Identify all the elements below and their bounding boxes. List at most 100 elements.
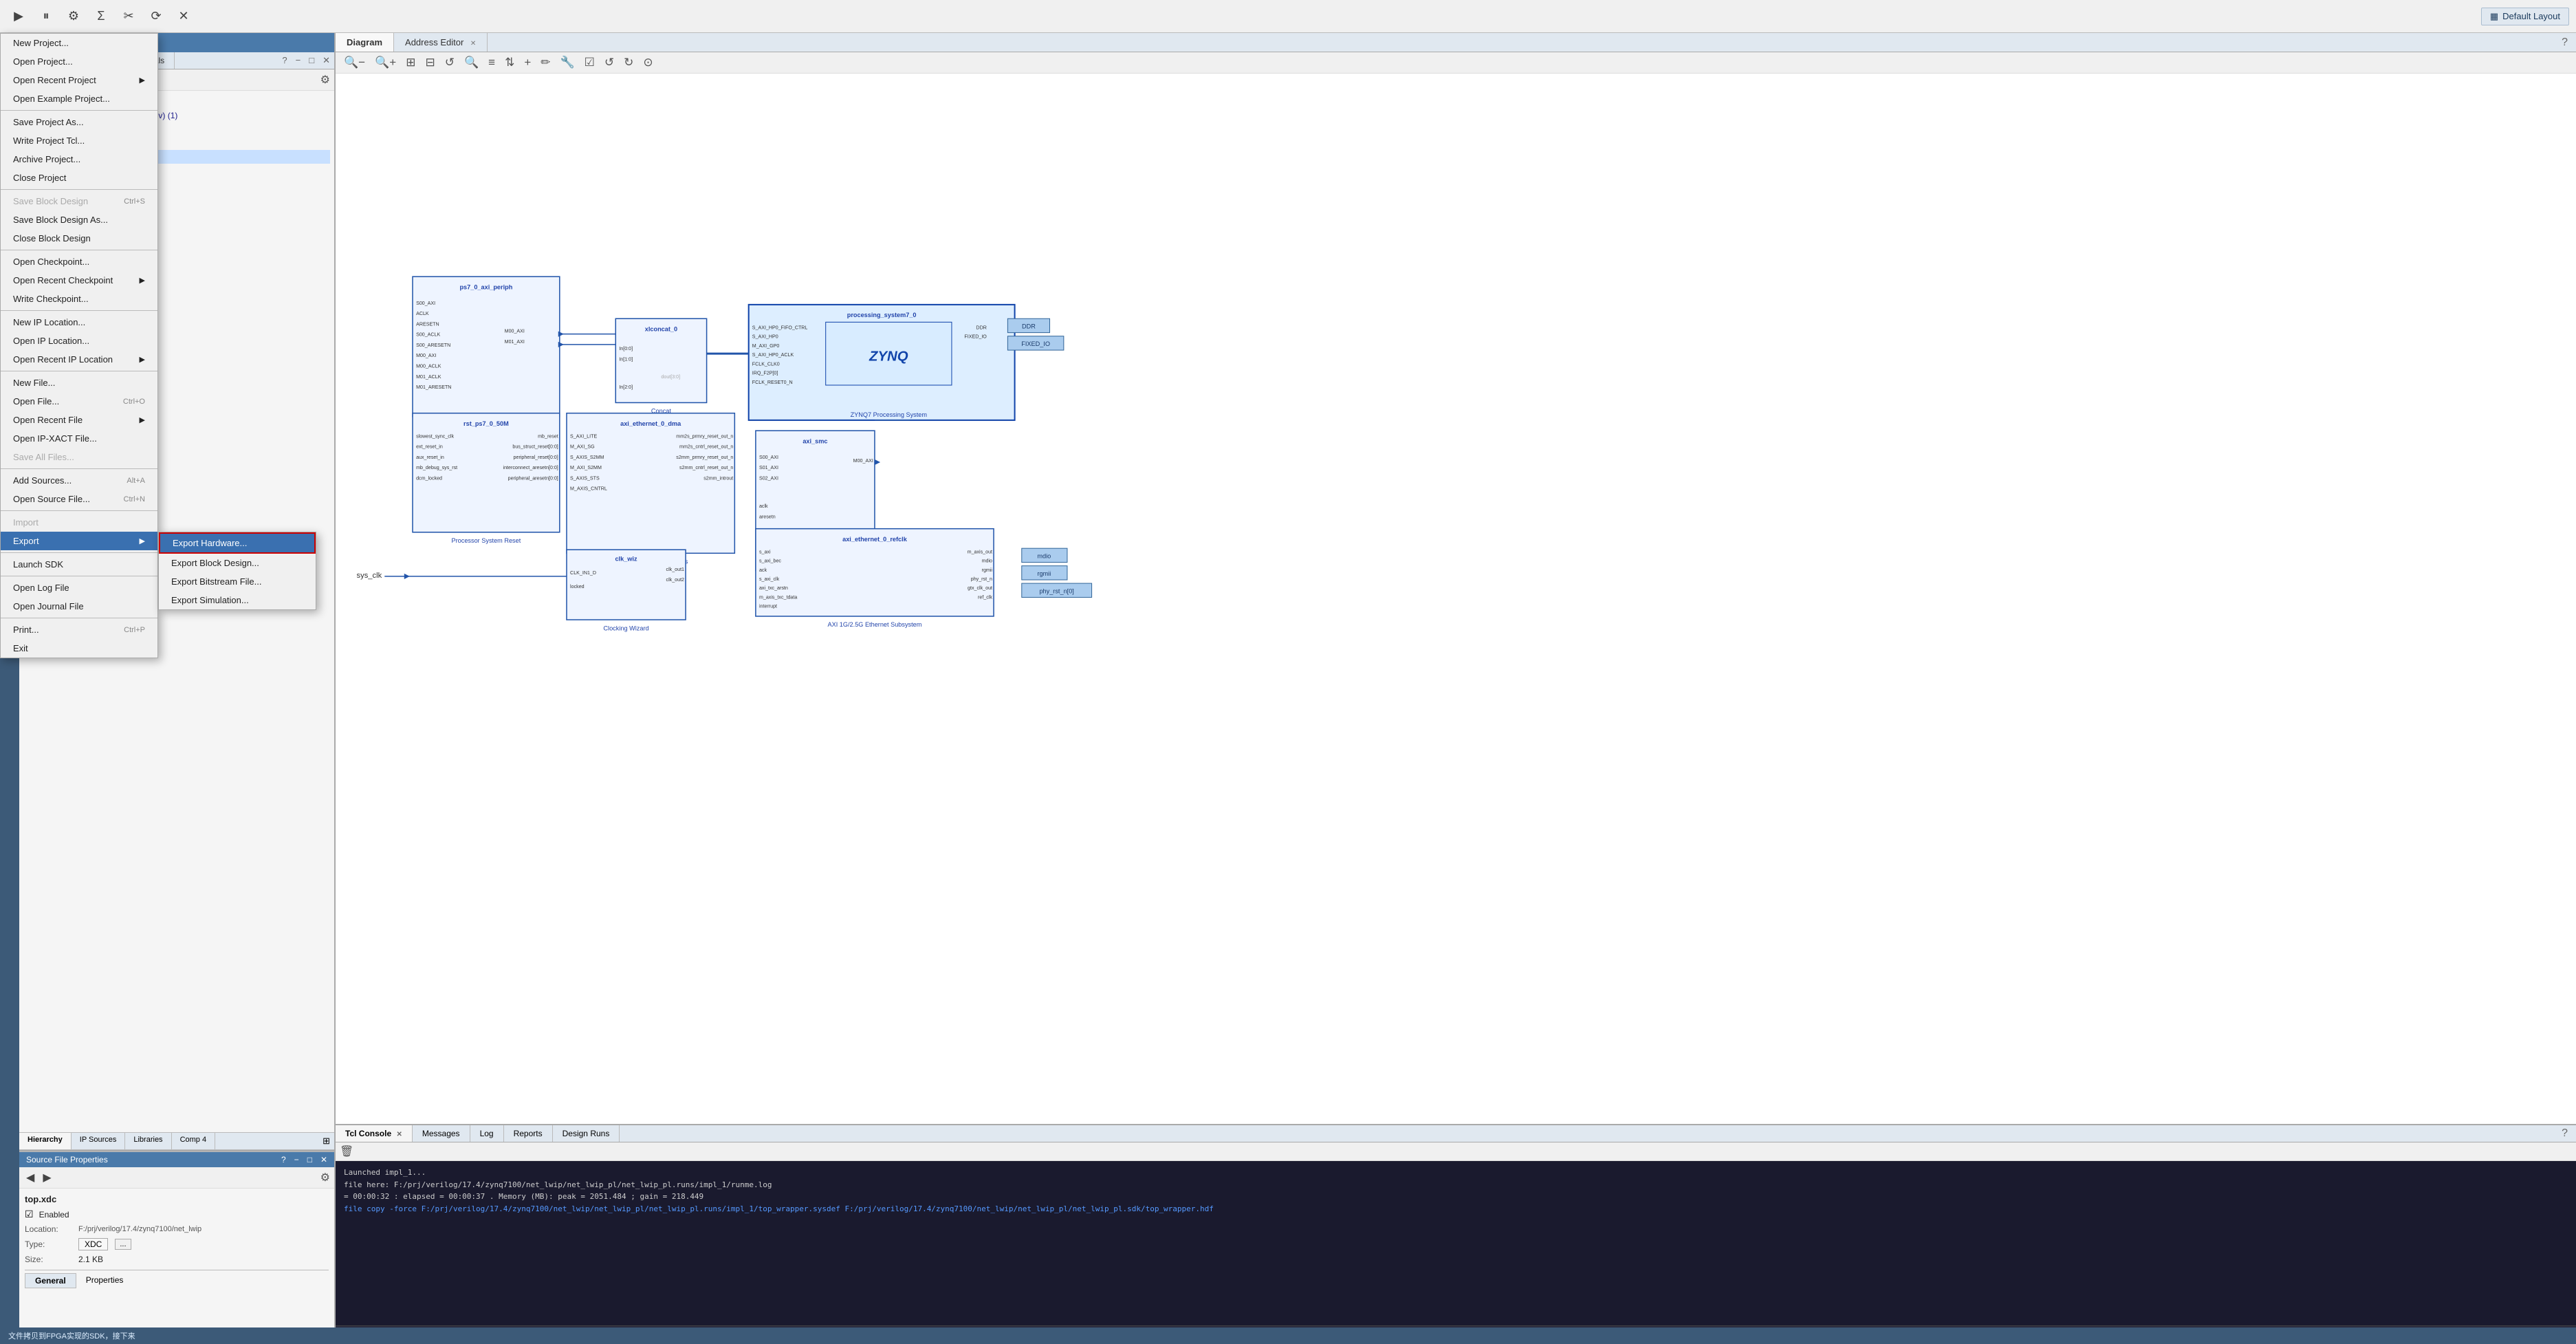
address-editor-close-icon[interactable]: ✕ [470, 40, 476, 47]
menu-exit[interactable]: Exit [1, 639, 157, 658]
tab-design-runs[interactable]: Design Runs [553, 1125, 620, 1142]
menu-save-block-design: Save Block Design Ctrl+S [1, 192, 157, 210]
sources-help-icon[interactable]: ? [278, 52, 291, 69]
bottom-help-icon[interactable]: ? [2553, 1127, 2576, 1140]
diag-validate-btn[interactable]: ☑ [582, 54, 598, 71]
dma-mm2s-prmry: mm2s_prmry_reset_out_n [676, 433, 733, 439]
submenu-export-block-design[interactable]: Export Block Design... [159, 554, 316, 572]
src-props-close[interactable]: ✕ [320, 1155, 327, 1164]
dma-s2mm-prmry: s2mm_prmry_reset_out_n [676, 455, 733, 460]
submenu-export-simulation[interactable]: Export Simulation... [159, 591, 316, 609]
tab-log[interactable]: Log [470, 1125, 504, 1142]
menu-save-project-as[interactable]: Save Project As... [1, 113, 157, 131]
menu-open-recent-project[interactable]: Open Recent Project ▶ [1, 71, 157, 89]
diagram-help-icon[interactable]: ? [2553, 36, 2576, 49]
menu-new-ip-location[interactable]: New IP Location... [1, 313, 157, 332]
props-type-ellipsis-btn[interactable]: ... [115, 1239, 131, 1250]
diag-undo-btn[interactable]: ↺ [602, 54, 617, 71]
diag-fit-selection-btn[interactable]: ⊟ [422, 54, 437, 71]
menu-open-ip-xact[interactable]: Open IP-XACT File... [1, 429, 157, 448]
menu-write-checkpoint[interactable]: Write Checkpoint... [1, 290, 157, 308]
diag-rotate-btn[interactable]: ↺ [442, 54, 457, 71]
rst-ps7-subtitle: rst_ps7_0_50M [463, 420, 509, 427]
tab-general[interactable]: General [25, 1273, 76, 1288]
reset-button[interactable]: ⟳ [144, 5, 168, 28]
src-props-help[interactable]: ? [281, 1155, 286, 1164]
menu-launch-sdk[interactable]: Launch SDK [1, 555, 157, 574]
export-submenu[interactable]: Export Hardware... Export Block Design..… [158, 532, 316, 610]
diag-zoom-in-btn[interactable]: 🔍+ [372, 54, 399, 71]
hier-expand-icon[interactable]: ⊞ [318, 1133, 334, 1149]
tab-diagram[interactable]: Diagram [336, 33, 394, 52]
menu-close-block-design[interactable]: Close Block Design [1, 229, 157, 248]
menu-write-project-tcl[interactable]: Write Project Tcl... [1, 131, 157, 150]
run-button[interactable]: ▶ [7, 5, 30, 28]
port-aclk: ACLK [416, 311, 429, 316]
menu-open-checkpoint[interactable]: Open Checkpoint... [1, 252, 157, 271]
diag-zoom-area-btn[interactable]: 🔍 [461, 54, 481, 71]
menu-open-log-file[interactable]: Open Log File [1, 578, 157, 597]
diag-distribute-btn[interactable]: ⇅ [502, 54, 517, 71]
menu-open-recent-file[interactable]: Open Recent File ▶ [1, 411, 157, 429]
diagram-svg: sys_clk AXI Interconnect ps7_0_axi_perip… [336, 74, 2576, 1124]
diag-fit-btn[interactable]: ⊞ [403, 54, 418, 71]
menu-export[interactable]: Export ▶ [1, 532, 157, 550]
tab-address-editor[interactable]: Address Editor ✕ [394, 33, 488, 52]
default-layout-button[interactable]: ▦ Default Layout [2481, 8, 2569, 25]
diag-more-btn[interactable]: ⊙ [640, 54, 655, 71]
menu-archive-project[interactable]: Archive Project... [1, 150, 157, 169]
diagram-canvas[interactable]: sys_clk AXI Interconnect ps7_0_axi_perip… [336, 74, 2576, 1124]
sources-close-icon[interactable]: ✕ [318, 52, 334, 69]
tab-reports[interactable]: Reports [504, 1125, 553, 1142]
cut-button[interactable]: ✂ [117, 5, 140, 28]
tab-ip-sources[interactable]: IP Sources [72, 1133, 126, 1149]
tab-properties[interactable]: Properties [76, 1273, 133, 1288]
diag-redo-btn[interactable]: ↻ [621, 54, 636, 71]
tab-messages[interactable]: Messages [413, 1125, 470, 1142]
diag-align-btn[interactable]: ≡ [485, 54, 498, 71]
menu-new-project[interactable]: New Project... [1, 34, 157, 52]
tab-hierarchy[interactable]: Hierarchy [19, 1133, 72, 1149]
src-props-minimize[interactable]: − [294, 1155, 299, 1164]
close-button[interactable]: ✕ [172, 5, 195, 28]
menu-add-sources[interactable]: Add Sources... Alt+A [1, 471, 157, 490]
sources-gear-btn[interactable]: ⚙ [320, 73, 330, 87]
menu-print[interactable]: Print... Ctrl+P [1, 620, 157, 639]
submenu-export-hardware[interactable]: Export Hardware... [159, 532, 316, 554]
props-enabled-checkbox[interactable]: ☑ [25, 1208, 34, 1220]
diag-tools-btn[interactable]: 🔧 [558, 54, 578, 71]
ddr-ext-label: DDR [1022, 323, 1036, 330]
src-props-gear-btn[interactable]: ⚙ [320, 1171, 330, 1184]
sum-button[interactable]: Σ [89, 5, 113, 28]
tcl-console-close-icon[interactable]: ✕ [396, 1131, 402, 1138]
bot-clear-btn[interactable]: 🗑 [340, 1145, 353, 1158]
src-props-maximize[interactable]: □ [307, 1155, 312, 1164]
diag-edit-btn[interactable]: ✏ [538, 54, 553, 71]
menu-close-project[interactable]: Close Project [1, 169, 157, 187]
menu-open-file[interactable]: Open File... Ctrl+O [1, 392, 157, 411]
menu-open-example[interactable]: Open Example Project... [1, 89, 157, 108]
clk-out2: clk_out2 [666, 577, 685, 583]
menu-open-ip-location[interactable]: Open IP Location... [1, 332, 157, 350]
sources-minimize-icon[interactable]: − [292, 52, 305, 69]
pause-button[interactable]: ⏸ [34, 5, 58, 28]
tab-libraries[interactable]: Libraries [125, 1133, 171, 1149]
tab-tcl-console[interactable]: Tcl Console ✕ [336, 1125, 413, 1142]
menu-open-recent-ip[interactable]: Open Recent IP Location ▶ [1, 350, 157, 369]
src-props-forward-btn[interactable]: ▶ [40, 1169, 54, 1186]
diag-add-ip-btn[interactable]: + [521, 54, 534, 71]
sources-maximize-icon[interactable]: □ [305, 52, 318, 69]
settings-button[interactable]: ⚙ [62, 5, 85, 28]
menu-open-recent-checkpoint[interactable]: Open Recent Checkpoint ▶ [1, 271, 157, 290]
submenu-export-bitstream[interactable]: Export Bitstream File... [159, 572, 316, 591]
menu-open-project[interactable]: Open Project... [1, 52, 157, 71]
src-props-back-btn[interactable]: ◀ [23, 1169, 37, 1186]
menu-open-journal-file[interactable]: Open Journal File [1, 597, 157, 616]
diag-zoom-out-btn[interactable]: 🔍− [341, 54, 368, 71]
menu-open-source-file[interactable]: Open Source File... Ctrl+N [1, 490, 157, 508]
menu-new-file[interactable]: New File... [1, 373, 157, 392]
tab-comp[interactable]: Comp 4 [172, 1133, 216, 1149]
menu-save-block-design-as[interactable]: Save Block Design As... [1, 210, 157, 229]
file-dropdown-menu[interactable]: New Project... Open Project... Open Rece… [0, 33, 158, 658]
rst-ps7-block[interactable] [413, 413, 560, 532]
